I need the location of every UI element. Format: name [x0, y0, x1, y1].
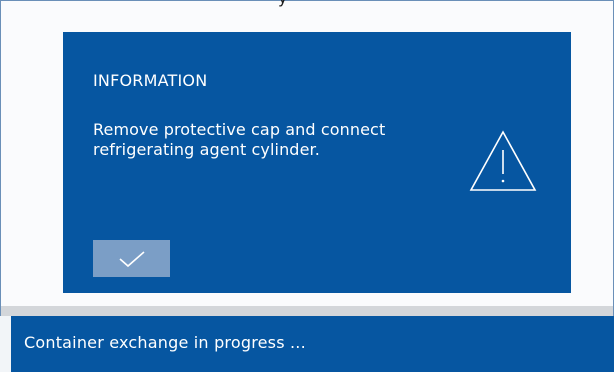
status-bar: Container exchange in progress ... — [11, 316, 614, 372]
dialog-message: Remove protective cap and connect refrig… — [93, 120, 386, 159]
top-title-fragment: y — [278, 0, 288, 6]
status-left-strip — [0, 316, 11, 372]
information-dialog: INFORMATION Remove protective cap and co… — [63, 32, 571, 293]
dialog-heading: INFORMATION — [93, 71, 208, 90]
status-text: Container exchange in progress ... — [24, 333, 306, 352]
confirm-button[interactable] — [93, 240, 170, 277]
checkmark-icon — [119, 251, 145, 268]
warning-triangle-icon — [469, 130, 537, 191]
gray-divider — [1, 306, 613, 316]
